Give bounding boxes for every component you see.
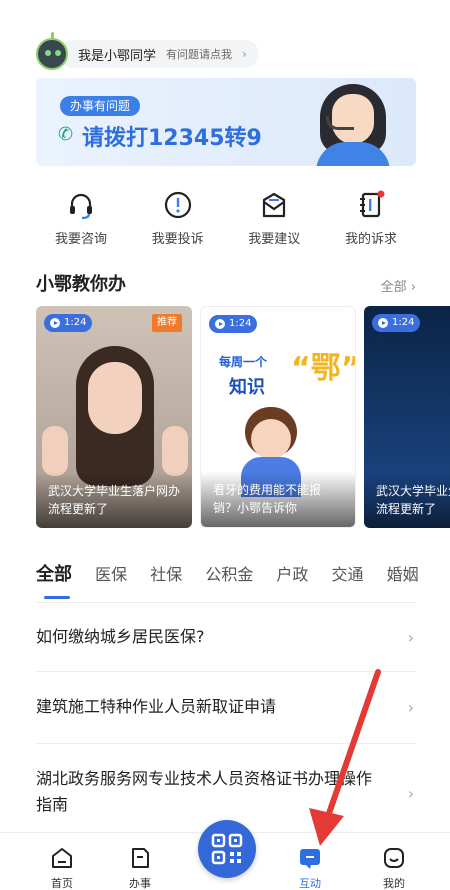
list-item[interactable]: 建筑施工特种作业人员新取证申请 ›: [36, 672, 416, 744]
tab-traffic[interactable]: 交通: [332, 561, 364, 585]
nav-label: 首页: [51, 877, 73, 890]
question-list: 如何缴纳城乡居民医保? › 建筑施工特种作业人员新取证申请 › 湖北政务服务网专…: [36, 604, 416, 844]
duration-badge: 1:24: [209, 315, 258, 333]
duration-badge: 1:24: [44, 314, 93, 332]
video-caption: 武汉大学毕业生落户网办流程更新了: [36, 472, 192, 528]
home-icon: [52, 848, 72, 868]
nav-label: 我的: [383, 877, 405, 890]
chevron-right-icon: ›: [407, 697, 414, 717]
nav-interact[interactable]: 互动: [280, 845, 340, 890]
chevron-right-icon: ›: [242, 47, 247, 61]
nav-home[interactable]: 首页: [32, 845, 92, 890]
category-tabs: 全部 医保 社保 公积金 户政 交通 婚姻: [36, 560, 450, 604]
assistant-pill[interactable]: 我是小鄂同学 有问题请点我 ›: [58, 40, 259, 68]
tab-marriage[interactable]: 婚姻: [387, 561, 419, 585]
tab-social-security[interactable]: 社保: [150, 561, 182, 585]
robot-avatar-icon: [36, 32, 68, 70]
qr-scan-icon: [211, 833, 243, 865]
tab-all[interactable]: 全部: [36, 560, 72, 586]
phone-icon: ✆: [58, 124, 74, 145]
assistant-entry[interactable]: 我是小鄂同学 有问题请点我 ›: [36, 32, 259, 70]
chevron-right-icon: ›: [407, 784, 414, 803]
nav-services[interactable]: 办事: [110, 845, 170, 890]
alert-circle-icon: [164, 191, 191, 219]
scan-button[interactable]: [198, 820, 256, 878]
nav-mine[interactable]: 我的: [364, 845, 424, 890]
document-icon: [132, 848, 149, 868]
action-label: 我的诉求: [344, 232, 397, 247]
nav-label: 互动: [299, 877, 321, 890]
envelope-icon: [263, 192, 286, 218]
tab-housing-fund[interactable]: 公积金: [205, 561, 253, 585]
video-card[interactable]: 每周一个 知识 “鄂” 1:24 看牙的费用能不能报销？小鄂告诉你: [200, 306, 356, 528]
chevron-right-icon: ›: [407, 627, 414, 647]
video-card[interactable]: 1:24 推荐 武汉大学毕业生落户网办流程更新了: [36, 306, 192, 528]
hotline-banner[interactable]: 办事有问题 ✆ 请拨打12345转9: [36, 78, 416, 166]
art-text: 每周一个: [219, 355, 268, 369]
banner-call-text: 请拨打12345转9: [82, 126, 262, 151]
tab-household[interactable]: 户政: [276, 561, 308, 585]
action-consult[interactable]: 我要咨询: [36, 190, 126, 247]
video-card[interactable]: 1:24 武汉大学毕业生落户网办流程更新了: [364, 306, 450, 528]
action-label: 我要投诉: [151, 232, 204, 247]
video-caption: 武汉大学毕业生落户网办流程更新了: [364, 472, 450, 528]
duration-badge: 1:24: [372, 314, 421, 332]
headset-icon: [70, 193, 92, 220]
action-complain[interactable]: 我要投诉: [133, 190, 223, 247]
smile-icon: [384, 848, 404, 868]
quick-actions: 我要咨询 我要投诉 我要建议 我的诉求: [36, 190, 416, 247]
action-label: 我要建议: [248, 232, 301, 247]
action-my-requests[interactable]: 我的诉求: [326, 190, 416, 247]
action-label: 我要咨询: [54, 232, 107, 247]
video-caption: 看牙的费用能不能报销？小鄂告诉你: [201, 471, 355, 527]
notebook-icon: [359, 190, 385, 218]
tab-medical-insurance[interactable]: 医保: [95, 561, 127, 585]
list-item-text: 湖北政务服务网专业技术人员资格证书办理操作指南: [36, 769, 373, 814]
assistant-name: 我是小鄂同学: [78, 48, 157, 64]
play-icon: [378, 318, 388, 328]
service-agent-illustration: [308, 84, 398, 166]
art-text: 知识: [229, 377, 265, 398]
section-more-link[interactable]: 全部 ›: [381, 276, 416, 295]
banner-tag: 办事有问题: [60, 96, 141, 116]
chat-icon: [300, 849, 320, 869]
list-item-text: 如何缴纳城乡居民医保?: [36, 627, 205, 646]
play-icon: [50, 318, 60, 328]
video-carousel[interactable]: 1:24 推荐 武汉大学毕业生落户网办流程更新了 每周一个 知识 “鄂” 1:2…: [36, 306, 450, 528]
section-title: 小鄂教你办: [36, 274, 126, 295]
list-item-text: 建筑施工特种作业人员新取证申请: [36, 697, 277, 716]
active-tab-indicator: [44, 596, 70, 599]
action-suggest[interactable]: 我要建议: [229, 190, 319, 247]
assistant-hint: 有问题请点我: [166, 48, 233, 61]
recommend-tag: 推荐: [152, 314, 182, 332]
divider: [36, 602, 416, 603]
nav-label: 办事: [129, 877, 151, 890]
art-text: “鄂”: [291, 351, 356, 386]
play-icon: [215, 319, 225, 329]
list-item[interactable]: 如何缴纳城乡居民医保? ›: [36, 604, 416, 672]
